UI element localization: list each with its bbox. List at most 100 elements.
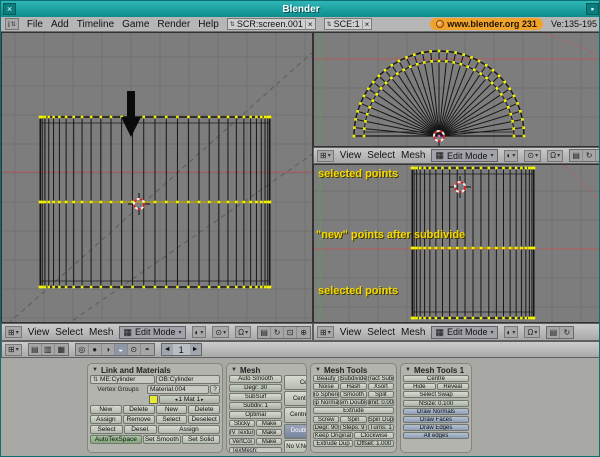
flip-normals-button[interactable]: Flip Normals (313, 399, 339, 406)
auto-smooth-toggle[interactable]: Auto Smooth (229, 375, 282, 383)
vgroup-assign-button[interactable]: Assign (90, 415, 122, 424)
browse-icon[interactable]: ⇅ (93, 376, 98, 383)
panels-menu[interactable]: ⊞▾ (5, 344, 22, 356)
centre-button[interactable]: Centre (284, 375, 307, 390)
centre-cursor-button[interactable]: Centre Cursor (284, 407, 307, 422)
panel-horizontal-icon[interactable]: ▤ (29, 344, 42, 355)
subdivide-button[interactable]: Subdivide (340, 375, 366, 382)
proportional-edit-dropdown[interactable]: Ω▾ (235, 326, 251, 338)
material-delete-button[interactable]: Delete (188, 405, 220, 414)
steps-field[interactable]: Steps: 9 (340, 424, 366, 431)
optimal-toggle[interactable]: Optimal (229, 411, 282, 419)
menu-game[interactable]: Game (122, 19, 149, 30)
scene-browse-icon[interactable]: ⇅ (327, 21, 332, 28)
screen-name[interactable]: SCR:screen.001 (237, 19, 303, 29)
draw-edges-toggle[interactable]: Draw Edges (403, 424, 469, 431)
front-view-canvas[interactable] (2, 33, 312, 322)
proportional-edit-dropdown[interactable]: Ω▾ (547, 150, 563, 162)
draw-faces-toggle[interactable]: Draw Faces (403, 416, 469, 423)
turns-field[interactable]: Turns: 1 (368, 424, 394, 431)
view-menu[interactable]: View (28, 327, 50, 338)
scene-selector[interactable]: ⇅ SCE:1 × (324, 18, 373, 30)
object-button[interactable]: ⊙ (128, 344, 141, 355)
panel-free-icon[interactable]: ▦ (55, 344, 68, 355)
screw-button[interactable]: Screw (313, 416, 339, 423)
xsort-button[interactable]: Xsort (368, 383, 394, 390)
viewport-top-3d[interactable] (313, 32, 600, 147)
menu-file[interactable]: File (27, 19, 43, 30)
mesh-menu[interactable]: Mesh (401, 150, 425, 161)
material-name-field[interactable]: Material.004 (147, 385, 209, 394)
draw-mode-dropdown[interactable]: ◐▾ (504, 326, 519, 338)
window-titlebar[interactable]: × Blender ▪ (1, 1, 600, 17)
shading-button[interactable]: ◑ (102, 344, 115, 355)
mesh-menu[interactable]: Mesh (89, 327, 113, 338)
spin-dup-button[interactable]: Spin Dup (368, 416, 394, 423)
select-menu[interactable]: Select (367, 150, 395, 161)
viewport-type-menu[interactable]: ⊞▾ (317, 326, 334, 338)
view-menu[interactable]: View (340, 327, 362, 338)
proportional-edit-dropdown[interactable]: Ω▾ (524, 326, 540, 338)
texmesh-field[interactable]: TexMesh: (229, 447, 282, 453)
mesh-name-field[interactable]: ⇅ME:Cylinder (90, 375, 155, 384)
draw-normals-toggle[interactable]: Draw Normals (403, 408, 469, 415)
select-menu[interactable]: Select (55, 327, 83, 338)
material-new-button[interactable]: New (156, 405, 188, 414)
menu-render[interactable]: Render (157, 19, 190, 30)
draw-mode-dropdown[interactable]: ◐▾ (504, 150, 519, 162)
frame-next-icon[interactable]: ► (190, 346, 201, 353)
degr-field[interactable]: Degr: 30 (229, 384, 282, 392)
zoom-view-icon[interactable]: ⊡ (596, 150, 600, 161)
nsize-field[interactable]: NSize: 0.100 (403, 400, 469, 407)
render-preview-icon[interactable]: ▤ (570, 150, 583, 161)
hide-button[interactable]: Hide (403, 383, 436, 390)
limit-field[interactable]: Limit: 0.001 (368, 399, 394, 406)
mode-dropdown[interactable]: ▦Edit Mode▾ (431, 149, 497, 162)
side-view-canvas[interactable] (314, 165, 600, 322)
screen-selector[interactable]: ⇅ SCR:screen.001 × (227, 18, 316, 30)
viewport-type-menu[interactable]: ⊞▾ (317, 150, 334, 162)
pivot-dropdown[interactable]: ⊙▾ (524, 150, 541, 162)
vgroup-new-button[interactable]: New (90, 405, 122, 414)
window-type-menu[interactable]: i⇅ (5, 18, 19, 30)
rotate-view-icon[interactable]: ↻ (560, 327, 573, 338)
menu-help[interactable]: Help (198, 19, 219, 30)
material-color-swatch[interactable] (149, 395, 158, 404)
subdiv-field[interactable]: Subdiv: 1 (229, 402, 282, 410)
pivot-dropdown[interactable]: ⊙▾ (212, 326, 229, 338)
centre-new-button[interactable]: Centre New (284, 391, 307, 406)
material-assign-button[interactable]: Assign (158, 425, 220, 434)
menu-timeline[interactable]: Timeline (77, 19, 114, 30)
to-sphere-button[interactable]: To Sphere (313, 391, 339, 398)
viewport-front-3d[interactable] (1, 32, 313, 323)
frame-prev-icon[interactable]: ◄ (162, 346, 173, 353)
screen-browse-icon[interactable]: ⇅ (230, 21, 235, 28)
offset-field[interactable]: Offset: 1.000 (354, 440, 394, 447)
uv-make-button[interactable]: Make (256, 429, 282, 436)
material-name[interactable]: Material.004 (150, 386, 186, 393)
window-close-button[interactable]: × (3, 3, 16, 15)
reveal-button[interactable]: Reveal (437, 383, 470, 390)
double-sided-toggle[interactable]: Double Sided (284, 424, 307, 439)
panel-mesh-tools-tab[interactable]: ▼Mesh Tools (313, 365, 394, 375)
logic-button[interactable]: ◎ (76, 344, 89, 355)
screen-delete-icon[interactable]: × (305, 20, 313, 29)
extrude-dup-button[interactable]: Extrude Dup (313, 440, 353, 447)
render-preview-icon[interactable]: ▤ (547, 327, 560, 338)
scene-name[interactable]: SCE:1 (334, 19, 360, 29)
rotate-view-icon[interactable]: ↻ (583, 150, 596, 161)
render-preview-icon[interactable]: ▤ (258, 327, 271, 338)
editing-button[interactable]: ◒ (115, 344, 128, 355)
rotate-view-icon[interactable]: ↻ (271, 327, 284, 338)
no-vnormal-flip-toggle[interactable]: No V.Normal Flip (284, 440, 307, 453)
mode-dropdown[interactable]: ▦Edit Mode▾ (431, 326, 497, 339)
window-maximize-button[interactable]: ▪ (586, 3, 599, 15)
autotexspace-toggle[interactable]: AutoTexSpace (90, 435, 142, 444)
viewport-type-menu[interactable]: ⊞▾ (5, 326, 22, 338)
material-index-field[interactable]: ◂1 Mat 1▸ (159, 395, 221, 404)
draw-mode-dropdown[interactable]: ◐▾ (192, 326, 207, 338)
material-select-button[interactable]: Select (156, 415, 188, 424)
clockwise-toggle[interactable]: Clockwise (354, 432, 394, 439)
split-button[interactable]: Split (368, 391, 394, 398)
sticky-make-button[interactable]: Make (256, 420, 282, 427)
